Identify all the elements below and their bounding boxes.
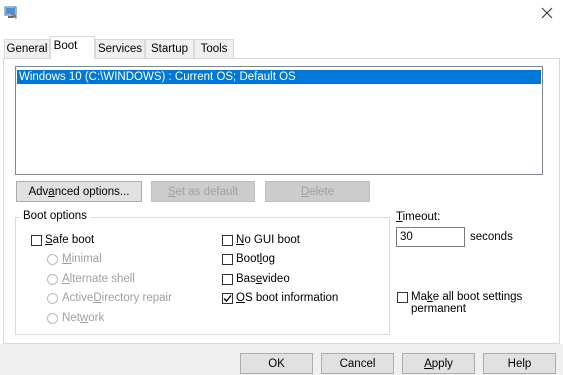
checkbox-box[interactable]	[222, 292, 233, 304]
advanced-options-button[interactable]: Adv a nced options...	[16, 181, 142, 202]
tab-label: Boot	[53, 40, 78, 52]
help-button[interactable]: Help	[483, 353, 556, 374]
os-list-item[interactable]: Windows 10 (C:\WINDOWS) : Current OS; De…	[17, 70, 541, 84]
base-video-checkbox[interactable]: Bas e video	[222, 272, 290, 286]
checkmark-icon	[223, 294, 232, 302]
radio-circle[interactable]	[47, 253, 58, 265]
close-button[interactable]	[531, 1, 563, 27]
delete-button[interactable]: Delete	[265, 181, 370, 202]
boot-log-checkbox[interactable]: Boot l og	[222, 252, 275, 266]
network-radio[interactable]: Net w ork	[47, 311, 104, 325]
ok-button[interactable]: OK	[240, 353, 313, 374]
set-as-default-button[interactable]: Set as default	[151, 181, 255, 202]
radio-circle[interactable]	[47, 312, 58, 324]
radio-circle[interactable]	[47, 292, 58, 304]
timeout-label: Timeout:	[396, 211, 441, 223]
timeout-input[interactable]: 30	[396, 227, 465, 247]
system-configuration-icon	[4, 6, 18, 20]
active-directory-repair-radio[interactable]: Active Directory repair	[47, 291, 172, 305]
checkbox-box[interactable]	[222, 234, 233, 246]
make-permanent-checkbox[interactable]: Ma k e all boot settings	[397, 290, 522, 304]
boot-options-legend: Boot options	[20, 210, 90, 222]
checkbox-box[interactable]	[222, 273, 233, 285]
tab-tools[interactable]: Tools	[194, 39, 234, 58]
checkbox-box[interactable]	[31, 234, 42, 246]
tab-services[interactable]: Services	[95, 39, 145, 58]
tab-boot[interactable]: Boot	[50, 36, 95, 59]
tab-label: Services	[97, 43, 143, 55]
alternate-shell-radio[interactable]: Alternate shell	[47, 272, 135, 286]
cancel-button[interactable]: Cancel	[321, 353, 394, 374]
minimal-radio[interactable]: Minimal	[47, 252, 102, 266]
make-permanent-label-line2: permanent	[411, 303, 466, 315]
os-entry-label: Windows 10 (C:\WINDOWS) : Current OS; De…	[19, 71, 296, 83]
checkbox-box[interactable]	[222, 253, 233, 265]
apply-button[interactable]: Apply	[402, 353, 475, 374]
tab-label: Tools	[200, 43, 228, 55]
os-list[interactable]: Windows 10 (C:\WINDOWS) : Current OS; De…	[15, 66, 543, 175]
title-bar	[0, 0, 563, 30]
os-boot-information-checkbox[interactable]: OS boot information	[222, 291, 338, 305]
tab-startup[interactable]: Startup	[145, 39, 194, 58]
checkbox-box[interactable]	[397, 291, 408, 303]
no-gui-boot-checkbox[interactable]: No GUI boot	[222, 233, 300, 247]
close-icon	[541, 7, 553, 22]
tab-label: Startup	[150, 43, 189, 55]
tab-label: General	[6, 43, 48, 55]
tab-general[interactable]: General	[4, 39, 50, 58]
safe-boot-checkbox[interactable]: Safe boot	[31, 233, 94, 247]
timeout-unit: seconds	[470, 231, 513, 243]
radio-circle[interactable]	[47, 273, 58, 285]
